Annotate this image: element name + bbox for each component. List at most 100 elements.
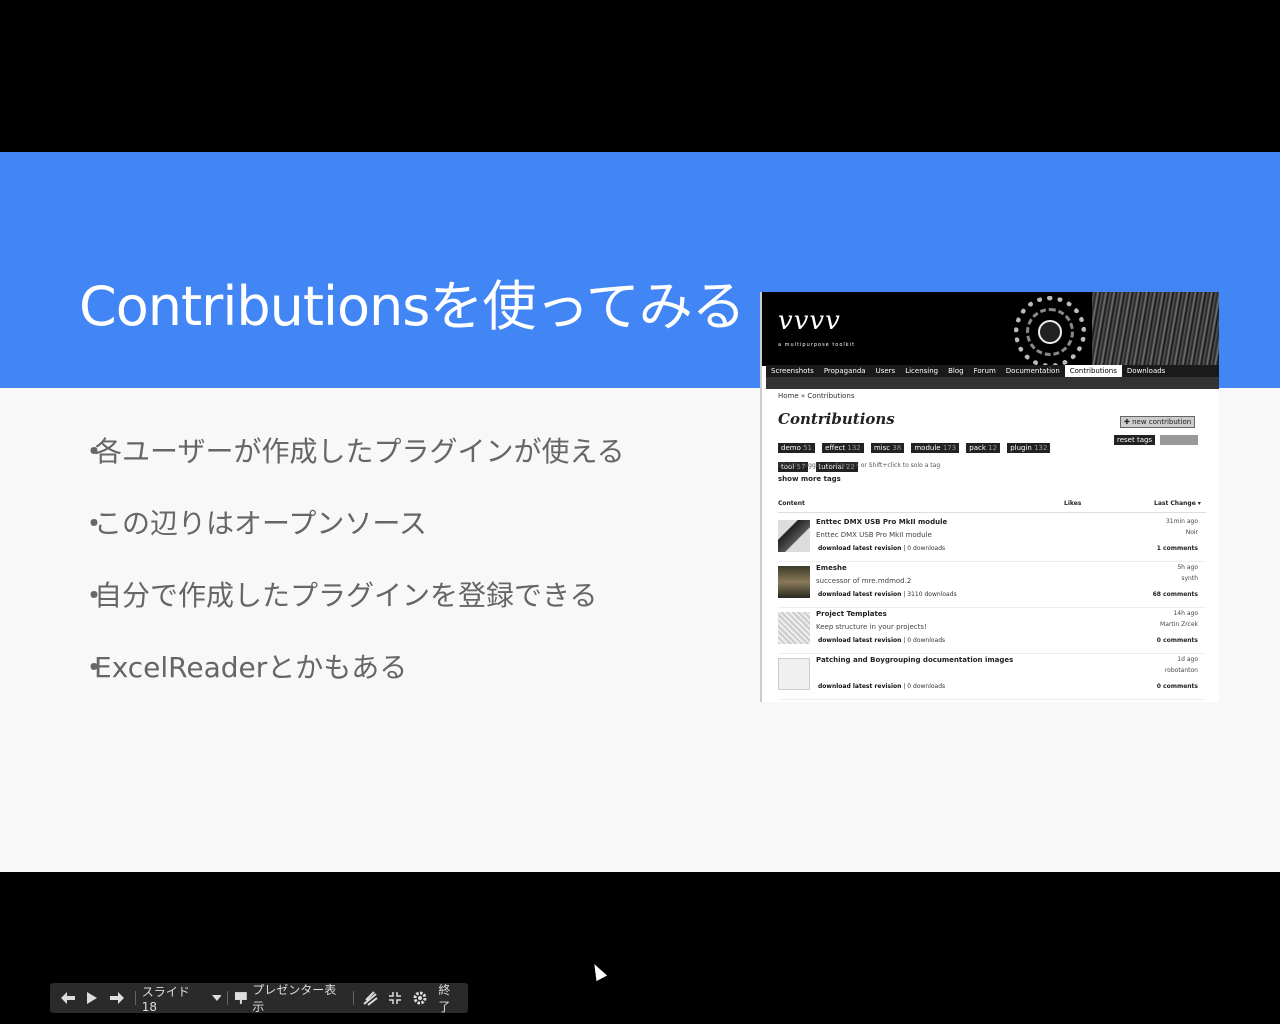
column-content: Content [778, 500, 805, 507]
site-nav: Screenshots Propaganda Users Licensing B… [766, 365, 1219, 377]
download-info: download latest revision | 0 downloads [818, 545, 946, 552]
play-button[interactable] [82, 983, 104, 1013]
new-contribution-button: ✚ new contribution [1120, 416, 1196, 428]
tag-pack: pack 12 [966, 443, 1001, 453]
nav-item-licensing: Licensing [905, 367, 939, 375]
table-header: Content Likes Last Change ▾ [778, 500, 1206, 513]
tag-module: module 173 [911, 443, 960, 453]
tag-hint: Click to toggle, doubleclick or Shift+cl… [778, 462, 941, 469]
contribution-desc: successor of mre.mdmod.2 [816, 577, 912, 585]
toolbar-divider [134, 991, 136, 1005]
thumbnail-image [778, 658, 810, 690]
bullet-text: ExcelReaderとかもある [94, 651, 408, 684]
author: synth [1181, 575, 1198, 582]
nav-item-contributions: Contributions [1064, 365, 1122, 377]
contribution-name: Emeshe [816, 564, 847, 572]
previous-slide-button[interactable] [54, 983, 82, 1013]
contribution-name: Project Templates [816, 610, 887, 618]
tag-demo: demo 51 [778, 443, 816, 453]
show-more-tags-link: show more tags [778, 475, 841, 483]
bullet-marker: ・ [80, 579, 109, 612]
nav-item-documentation: Documentation [1005, 367, 1060, 375]
column-last-change: Last Change ▾ [1154, 500, 1201, 507]
contributions-heading: Contributions [778, 410, 895, 428]
site-tagline: a multipurpose toolkit [778, 342, 856, 348]
settings-button[interactable] [407, 983, 433, 1013]
nav-subbar [766, 377, 1219, 389]
exit-label: 終了 [438, 983, 451, 1014]
bullet-marker: ・ [80, 651, 109, 684]
presentation-toolbar: スライド 18 プレゼンター表示 終了 [50, 983, 468, 1014]
column-likes: Likes [1064, 500, 1082, 507]
bullet-item: ・自分で作成したプラグインを登録できる [80, 576, 625, 648]
laser-pointer-icon [363, 991, 379, 1006]
mouse-cursor-icon [589, 961, 608, 982]
nav-item-users: Users [875, 367, 896, 375]
thumbnail-image [778, 612, 810, 644]
presenter-screen-icon [235, 992, 248, 1004]
table-row: Project Templates Keep structure in your… [778, 608, 1206, 654]
contribution-list: Enttec DMX USB Pro MkII module Enttec DM… [778, 516, 1206, 700]
breadcrumb: Home » Contributions [778, 392, 855, 400]
presenter-view-label: プレゼンター表示 [252, 983, 337, 1014]
nav-item-screenshots: Screenshots [771, 367, 814, 375]
site-logo: vvvv [778, 306, 841, 336]
thumbnail-image [778, 520, 810, 552]
comment-count: 1 comments [1156, 545, 1198, 552]
arrow-right-icon [109, 992, 124, 1004]
nav-item-forum: Forum [973, 367, 996, 375]
exit-fullscreen-button[interactable] [383, 983, 407, 1013]
bullet-item: ・この辺りはオープンソース [80, 504, 625, 576]
change-time: 14h ago [1173, 610, 1198, 617]
presenter-view-button[interactable]: プレゼンター表示 [232, 983, 348, 1014]
change-time: 5h ago [1177, 564, 1198, 571]
contribution-desc: Keep structure in your projects! [816, 623, 927, 631]
contributions-page: Home » Contributions Contributions ✚ new… [778, 390, 1215, 700]
thumbnail-image [778, 566, 810, 598]
table-row: Emeshe successor of mre.mdmod.2 download… [778, 562, 1206, 608]
download-info: download latest revision | 0 downloads [818, 637, 946, 644]
slide-selector[interactable]: スライド 18 [140, 983, 224, 1014]
bullet-marker: ・ [80, 507, 109, 540]
toolbar-divider [227, 991, 229, 1005]
bullet-marker: ・ [80, 435, 109, 468]
nav-item-propaganda: Propaganda [823, 367, 866, 375]
contribution-desc: Enttec DMX USB Pro MkII module [816, 531, 932, 539]
author: robotanton [1164, 667, 1198, 674]
tag-misc: misc 38 [870, 443, 905, 453]
contribution-name: Enttec DMX USB Pro MkII module [816, 518, 948, 526]
comment-count: 0 comments [1156, 637, 1198, 644]
slide: Contributionsを使ってみる ・各ユーザーが作成したプラグインが使える… [0, 152, 1280, 872]
exit-button[interactable]: 終了 [432, 983, 468, 1014]
table-row: Enttec DMX USB Pro MkII module Enttec DM… [778, 516, 1206, 562]
table-row: Patching and Boygrouping documentation i… [778, 654, 1206, 700]
bullet-list: ・各ユーザーが作成したプラグインが使える ・この辺りはオープンソース ・自分で作… [80, 432, 625, 720]
nav-item-blog: Blog [948, 367, 964, 375]
banner-ring-core [1038, 320, 1062, 344]
tag-effect: effect 132 [822, 443, 864, 453]
tag-plugin: plugin 132 [1007, 443, 1051, 453]
gear-icon [413, 991, 427, 1005]
embedded-screenshot: vvvv a multipurpose toolkit Screenshots … [760, 292, 1219, 702]
laser-pointer-button[interactable] [358, 983, 384, 1013]
compress-icon [388, 992, 401, 1004]
arrow-left-icon [60, 992, 75, 1004]
author: Noir [1185, 529, 1198, 536]
site-banner: vvvv a multipurpose toolkit [762, 292, 1219, 366]
contribution-name: Patching and Boygrouping documentation i… [816, 656, 1014, 664]
next-slide-button[interactable] [103, 983, 131, 1013]
banner-stripes-graphic [1092, 292, 1219, 366]
download-info: download latest revision | 3110 download… [818, 591, 957, 598]
reset-tags-button: reset tags [1114, 435, 1156, 445]
nav-item-downloads: Downloads [1126, 367, 1166, 375]
author: Martin Zrcek [1160, 621, 1198, 628]
bullet-item: ・各ユーザーが作成したプラグインが使える [80, 432, 625, 504]
play-icon [87, 992, 98, 1004]
chevron-down-icon [211, 995, 222, 1001]
change-time: 31min ago [1165, 518, 1198, 525]
toolbar-divider [352, 991, 354, 1005]
bullet-item: ・ExcelReaderとかもある [80, 648, 625, 720]
tag-filter-box [1160, 435, 1198, 445]
download-info: download latest revision | 0 downloads [818, 683, 946, 690]
bullet-text: この辺りはオープンソース [94, 507, 427, 540]
